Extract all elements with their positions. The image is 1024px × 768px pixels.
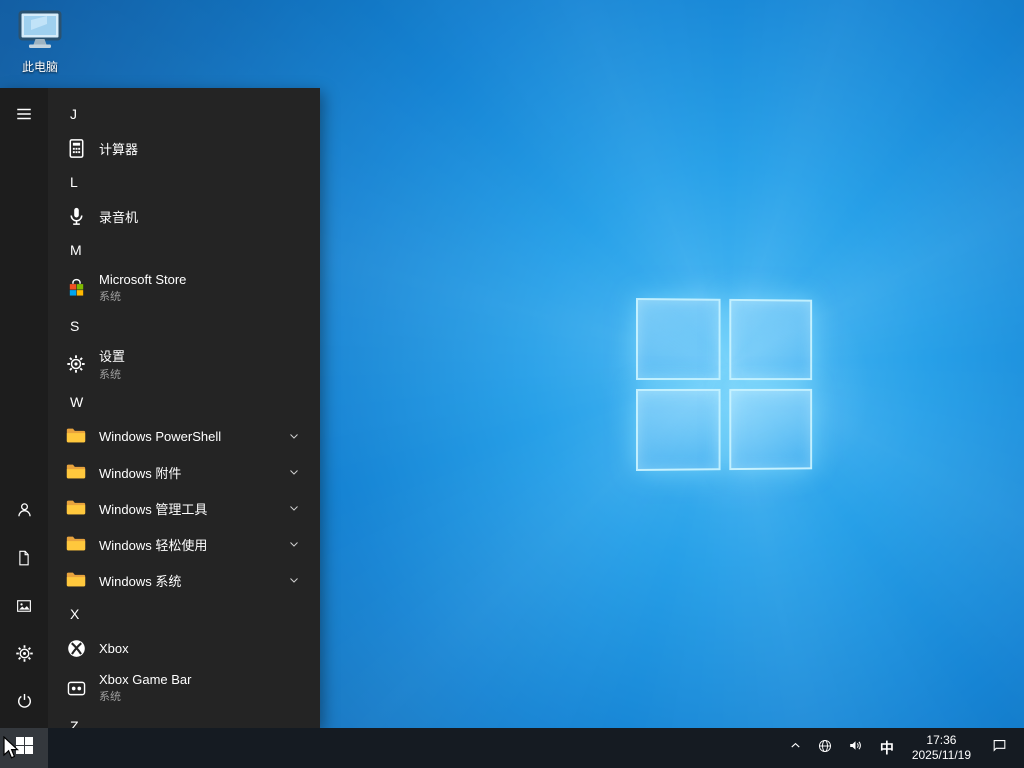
pictures-icon bbox=[15, 597, 33, 620]
user-icon bbox=[15, 500, 34, 524]
action-center-icon bbox=[991, 737, 1008, 759]
microphone-icon bbox=[64, 204, 88, 228]
section-header-M[interactable]: M bbox=[48, 234, 320, 266]
gear-icon bbox=[64, 352, 88, 376]
network-globe-icon bbox=[817, 738, 833, 759]
folder-label: Windows 附件 bbox=[99, 465, 182, 481]
folder-item-windows-system[interactable]: Windows 系统 bbox=[48, 562, 320, 598]
start-menu: J 计算器 L 录音机 M Microsoft Store 系统 S 设置 系统… bbox=[0, 88, 320, 728]
chevron-down-icon bbox=[288, 574, 300, 586]
windows-logo-icon bbox=[15, 737, 33, 759]
section-letter: S bbox=[70, 318, 80, 334]
folder-icon bbox=[64, 568, 88, 592]
tray-overflow-button[interactable] bbox=[784, 728, 807, 768]
app-text: Xbox Game Bar 系统 bbox=[99, 672, 192, 704]
section-header-W[interactable]: W bbox=[48, 386, 320, 418]
folder-label: Windows 管理工具 bbox=[99, 501, 208, 517]
start-button[interactable] bbox=[0, 728, 48, 768]
folder-icon bbox=[64, 496, 88, 520]
gear-icon bbox=[15, 644, 34, 668]
chevron-down-icon bbox=[288, 430, 300, 442]
windows-logo-pane bbox=[729, 388, 813, 471]
folder-label: Windows PowerShell bbox=[99, 428, 222, 444]
folder-item-windows-ease-of-access[interactable]: Windows 轻松使用 bbox=[48, 526, 320, 562]
chevron-up-icon bbox=[788, 738, 803, 758]
rail-bottom-group bbox=[0, 488, 48, 728]
ime-label: 中 bbox=[879, 740, 894, 756]
section-header-S[interactable]: S bbox=[48, 310, 320, 342]
app-item-settings[interactable]: 设置 系统 bbox=[48, 342, 320, 386]
network-button[interactable] bbox=[813, 728, 837, 768]
folder-item-windows-admin-tools[interactable]: Windows 管理工具 bbox=[48, 490, 320, 526]
this-pc-icon bbox=[17, 10, 63, 55]
app-label: 计算器 bbox=[99, 141, 139, 157]
document-icon bbox=[15, 549, 33, 572]
app-subtitle: 系统 bbox=[99, 691, 121, 703]
section-letter: Z bbox=[70, 718, 79, 728]
app-item-calculator[interactable]: 计算器 bbox=[48, 130, 320, 166]
power-icon bbox=[15, 692, 34, 716]
clock-date: 2025/11/19 bbox=[911, 748, 971, 762]
ime-indicator[interactable]: 中 bbox=[874, 728, 900, 768]
user-account-button[interactable] bbox=[0, 488, 48, 536]
app-label: 设置 bbox=[99, 349, 126, 364]
folder-item-windows-powershell[interactable]: Windows PowerShell bbox=[48, 418, 320, 454]
chevron-down-icon bbox=[288, 538, 300, 550]
section-header-L[interactable]: L bbox=[48, 166, 320, 198]
wallpaper-windows-logo bbox=[636, 298, 813, 471]
microsoft-store-icon bbox=[64, 276, 88, 300]
chevron-down-icon bbox=[288, 502, 300, 514]
windows-logo-pane bbox=[729, 298, 813, 381]
taskbar: 中 17:36 2025/11/19 bbox=[0, 728, 1024, 768]
app-label: Xbox bbox=[99, 640, 129, 656]
windows-logo-pane bbox=[636, 388, 721, 471]
section-letter: M bbox=[70, 242, 82, 258]
xbox-game-bar-icon bbox=[64, 676, 88, 700]
app-text: Microsoft Store 系统 bbox=[99, 272, 186, 304]
section-letter: L bbox=[70, 174, 78, 190]
chevron-down-icon bbox=[288, 466, 300, 478]
app-label: Xbox Game Bar bbox=[99, 672, 192, 687]
app-subtitle: 系统 bbox=[99, 369, 121, 381]
settings-button[interactable] bbox=[0, 632, 48, 680]
section-header-Z[interactable]: Z bbox=[48, 710, 320, 728]
section-letter: W bbox=[70, 394, 84, 410]
app-label: 录音机 bbox=[99, 209, 139, 225]
calculator-icon bbox=[64, 136, 88, 160]
volume-button[interactable] bbox=[843, 728, 868, 768]
hamburger-icon bbox=[15, 105, 33, 128]
app-label: Microsoft Store bbox=[99, 272, 187, 287]
power-button[interactable] bbox=[0, 680, 48, 728]
xbox-icon bbox=[64, 636, 88, 660]
clock-time: 17:36 bbox=[926, 733, 957, 747]
folder-label: Windows 系统 bbox=[99, 573, 182, 589]
folder-label: Windows 轻松使用 bbox=[99, 537, 208, 553]
folder-icon bbox=[64, 460, 88, 484]
desktop-icon-this-pc[interactable]: 此电脑 bbox=[6, 10, 74, 75]
folder-icon bbox=[64, 532, 88, 556]
windows-logo-pane bbox=[636, 298, 721, 381]
start-menu-app-list: J 计算器 L 录音机 M Microsoft Store 系统 S 设置 系统… bbox=[48, 88, 320, 728]
system-tray: 中 17:36 2025/11/19 bbox=[784, 728, 1024, 768]
speaker-icon bbox=[847, 737, 864, 759]
app-item-xbox-game-bar[interactable]: Xbox Game Bar 系统 bbox=[48, 666, 320, 710]
pictures-button[interactable] bbox=[0, 584, 48, 632]
taskbar-clock[interactable]: 17:36 2025/11/19 bbox=[906, 728, 977, 768]
documents-button[interactable] bbox=[0, 536, 48, 584]
start-menu-rail bbox=[0, 88, 48, 728]
folder-item-windows-accessories[interactable]: Windows 附件 bbox=[48, 454, 320, 490]
app-item-microsoft-store[interactable]: Microsoft Store 系统 bbox=[48, 266, 320, 310]
folder-icon bbox=[64, 424, 88, 448]
section-letter: J bbox=[70, 106, 77, 122]
app-text: 设置 系统 bbox=[99, 346, 125, 382]
section-header-X[interactable]: X bbox=[48, 598, 320, 630]
app-item-voice-recorder[interactable]: 录音机 bbox=[48, 198, 320, 234]
app-subtitle: 系统 bbox=[99, 291, 121, 303]
app-item-xbox[interactable]: Xbox bbox=[48, 630, 320, 666]
desktop-icon-label: 此电脑 bbox=[21, 60, 58, 74]
expand-menu-button[interactable] bbox=[0, 92, 48, 140]
action-center-button[interactable] bbox=[983, 728, 1016, 768]
section-letter: X bbox=[70, 606, 80, 622]
section-header-J[interactable]: J bbox=[48, 98, 320, 130]
